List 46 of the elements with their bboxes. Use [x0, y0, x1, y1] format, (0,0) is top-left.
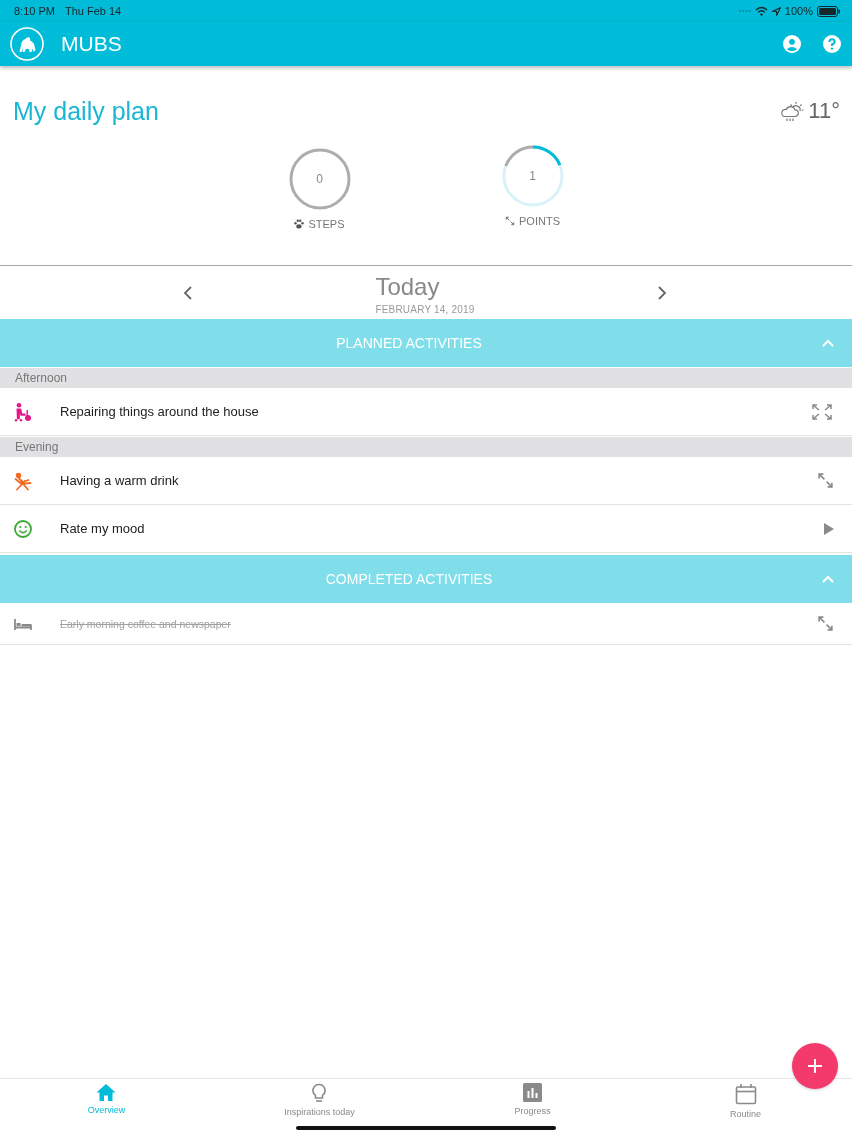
play-icon[interactable] [824, 522, 834, 535]
weather-icon [780, 100, 805, 122]
diagonal-arrows-icon[interactable] [817, 472, 834, 489]
chevron-right-icon[interactable] [657, 285, 667, 300]
battery-percent: 100% [784, 5, 813, 17]
ring-value: 1 [529, 169, 536, 183]
ring-label: POINTS [519, 215, 560, 227]
lightbulb-icon [311, 1083, 328, 1103]
date-label: FEBRUARY 14, 2019 [375, 304, 475, 315]
plus-icon [808, 1059, 822, 1073]
ring-label: STEPS [308, 218, 345, 230]
ring-value: 0 [316, 172, 323, 186]
status-date: Thu Feb 14 [64, 5, 122, 17]
activity-label[interactable]: Having a warm drink [60, 473, 179, 488]
location-icon [771, 6, 781, 16]
nav-tab[interactable]: Overview [87, 1079, 126, 1119]
day-title: Today [375, 273, 440, 301]
help-icon[interactable] [823, 35, 841, 53]
page-title: My daily plan [13, 96, 159, 126]
logo-icon [10, 27, 44, 61]
status-time: 8:10 PM [14, 5, 55, 17]
cross-arrows-icon[interactable] [810, 402, 834, 421]
battery-icon [817, 5, 840, 17]
temperature: 11° [808, 98, 840, 124]
progress-ring [288, 148, 351, 210]
group-header: Evening [0, 437, 852, 457]
chevron-left-icon[interactable] [183, 285, 193, 300]
account-icon[interactable] [783, 35, 801, 53]
nav-tab[interactable]: Progress [514, 1079, 551, 1119]
calendar-icon [734, 1083, 757, 1105]
activity-label[interactable]: Repairing things around the house [60, 404, 259, 419]
group-header: Afternoon [0, 368, 852, 388]
wifi-icon [754, 6, 768, 16]
nav-tab[interactable]: Routine [730, 1079, 761, 1119]
paw-icon [294, 219, 305, 229]
diagonal-arrows-icon [505, 216, 515, 226]
bar-chart-icon [523, 1083, 542, 1102]
app-title: MUBS [61, 32, 122, 56]
activity-label[interactable]: Rate my mood [60, 521, 145, 536]
diagonal-arrows-icon[interactable] [817, 615, 834, 632]
add-button[interactable] [792, 1043, 838, 1089]
nav-tab[interactable]: Inspirations today [284, 1079, 355, 1119]
arc-segment [503, 145, 533, 167]
progress-arc [532, 145, 561, 166]
home-icon [96, 1083, 117, 1101]
activity-label[interactable]: Early morning coffee and newspaper [60, 617, 231, 630]
